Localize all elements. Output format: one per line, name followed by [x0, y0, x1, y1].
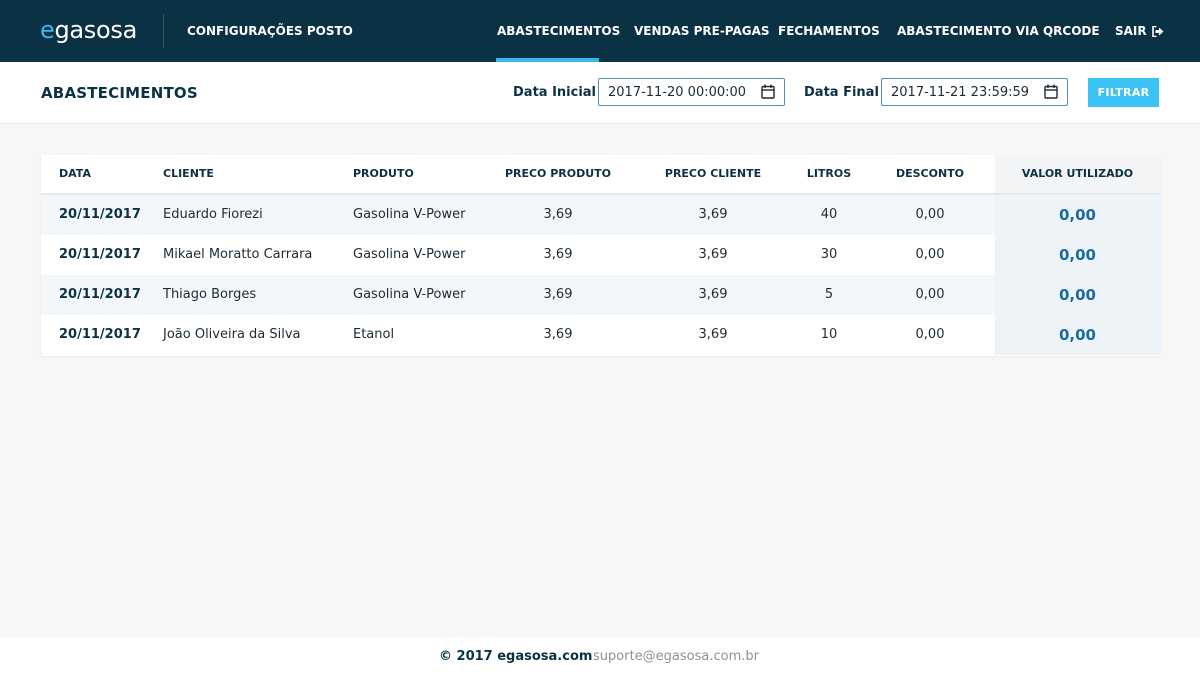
cell-data: 20/11/2017 [59, 287, 141, 302]
cell-cliente: Eduardo Fiorezi [163, 207, 263, 222]
cell-preco-produto: 3,69 [543, 287, 573, 302]
column-header-preco-produto: PRECO PRODUTO [504, 167, 612, 180]
nav-abastecimentos[interactable]: ABASTECIMENTOS [497, 23, 620, 39]
logo-divider [163, 14, 164, 48]
table-row[interactable]: 20/11/2017 Eduardo Fiorezi Gasolina V-Po… [41, 195, 1160, 235]
nav-abastecimento-qrcode[interactable]: ABASTECIMENTO VIA QRCODE [897, 23, 1100, 39]
end-date-field[interactable] [881, 78, 1068, 106]
table-row[interactable]: 20/11/2017 Thiago Borges Gasolina V-Powe… [41, 275, 1160, 315]
column-header-cliente: CLIENTE [163, 167, 214, 180]
abastecimentos-table: DATA CLIENTE PRODUTO PRECO PRODUTO PRECO… [41, 155, 1160, 356]
column-header-litros: LITROS [806, 167, 852, 180]
footer-copyright: © 2017 egasosa.com [439, 649, 593, 664]
cell-produto: Etanol [353, 327, 395, 342]
egasosa-logo[interactable]: egasosa [40, 14, 137, 46]
column-header-data: DATA [59, 167, 91, 180]
nav-fechamentos[interactable]: FECHAMENTOS [778, 23, 880, 39]
cell-produto: Gasolina V-Power [353, 247, 466, 262]
cell-litros: 5 [824, 287, 834, 302]
cell-desconto: 0,00 [915, 247, 945, 262]
column-header-preco-cliente: PRECO CLIENTE [664, 167, 762, 180]
page-title: ABASTECIMENTOS [41, 84, 198, 102]
cell-produto: Gasolina V-Power [353, 207, 466, 222]
start-date-label: Data Inicial [513, 85, 597, 100]
column-header-valor-utilizado: VALOR UTILIZADO [995, 155, 1160, 193]
cell-valor-utilizado: 0,00 [995, 275, 1160, 315]
sign-out-icon [1151, 25, 1164, 37]
cell-litros: 10 [820, 327, 838, 342]
top-navbar: egasosa CONFIGURAÇÕES POSTO ABASTECIMENT… [0, 0, 1200, 62]
cell-data: 20/11/2017 [59, 327, 141, 342]
start-date-input[interactable] [608, 84, 758, 101]
cell-preco-cliente: 3,69 [698, 327, 728, 342]
config-posto-link[interactable]: CONFIGURAÇÕES POSTO [187, 23, 353, 39]
cell-litros: 30 [820, 247, 838, 262]
column-header-desconto: DESCONTO [895, 167, 965, 180]
cell-preco-cliente: 3,69 [698, 247, 728, 262]
logo-text: gasosa [54, 16, 138, 44]
end-date-label: Data Final [804, 85, 879, 100]
cell-desconto: 0,00 [915, 207, 945, 222]
cell-preco-produto: 3,69 [543, 247, 573, 262]
start-date-field[interactable] [598, 78, 785, 106]
logout-label: SAIR [1115, 24, 1147, 38]
column-header-produto: PRODUTO [353, 167, 414, 180]
cell-valor-utilizado: 0,00 [995, 195, 1160, 235]
filter-button[interactable]: FILTRAR [1088, 78, 1159, 107]
cell-produto: Gasolina V-Power [353, 287, 466, 302]
cell-preco-produto: 3,69 [543, 207, 573, 222]
filter-bar: ABASTECIMENTOS Data Inicial Data Final F… [0, 62, 1200, 124]
cell-cliente: Mikael Moratto Carrara [163, 247, 313, 262]
logout-button[interactable]: SAIR [1115, 23, 1164, 39]
cell-data: 20/11/2017 [59, 207, 141, 222]
cell-valor-utilizado: 0,00 [995, 235, 1160, 275]
calendar-icon[interactable] [1044, 84, 1058, 99]
table-row[interactable]: 20/11/2017 Mikael Moratto Carrara Gasoli… [41, 235, 1160, 275]
end-date-input[interactable] [891, 84, 1041, 101]
footer: © 2017 egasosa.com suporte@egasosa.com.b… [0, 637, 1200, 677]
cell-litros: 40 [820, 207, 838, 222]
nav-vendas-pre-pagas[interactable]: VENDAS PRE-PAGAS [634, 23, 770, 39]
cell-desconto: 0,00 [915, 287, 945, 302]
calendar-icon[interactable] [761, 84, 775, 99]
footer-support-email[interactable]: suporte@egasosa.com.br [593, 649, 759, 665]
logo-letter-e: e [40, 16, 55, 44]
cell-preco-produto: 3,69 [543, 327, 573, 342]
table-row[interactable]: 20/11/2017 João Oliveira da Silva Etanol… [41, 315, 1160, 355]
cell-cliente: João Oliveira da Silva [163, 327, 301, 342]
cell-desconto: 0,00 [915, 327, 945, 342]
cell-preco-cliente: 3,69 [698, 287, 728, 302]
cell-cliente: Thiago Borges [163, 287, 257, 302]
cell-data: 20/11/2017 [59, 247, 141, 262]
cell-valor-utilizado: 0,00 [995, 315, 1160, 355]
cell-preco-cliente: 3,69 [698, 207, 728, 222]
